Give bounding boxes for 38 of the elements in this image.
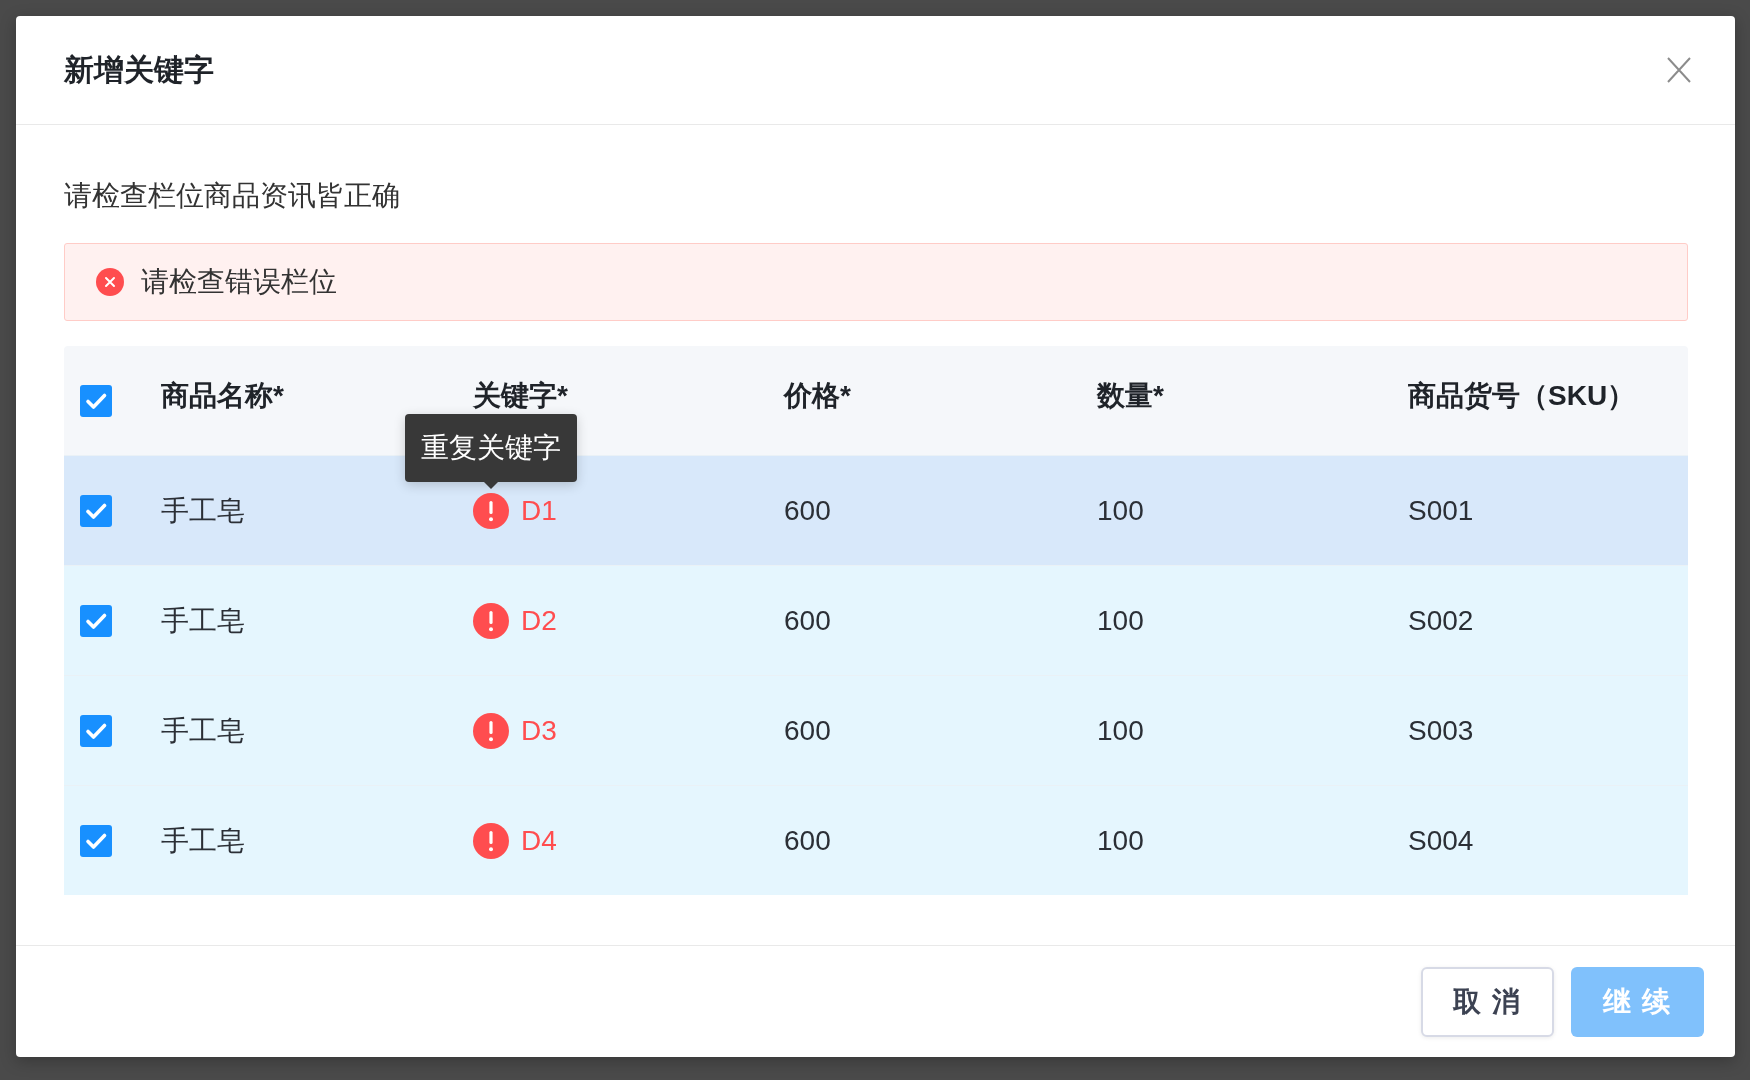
table-cell-text: D2 bbox=[521, 603, 557, 638]
table-cell-text: S002 bbox=[1408, 603, 1474, 638]
table-cell-text: S001 bbox=[1408, 493, 1474, 528]
table-cell-text: 手工皂 bbox=[161, 713, 245, 748]
column-header: 商品名称* bbox=[161, 378, 284, 413]
table-cell-text: 600 bbox=[784, 603, 831, 638]
column-header: 关键字* bbox=[473, 378, 568, 413]
x-circle-icon bbox=[96, 268, 124, 296]
table-cell-text: 600 bbox=[784, 713, 831, 748]
table-cell-text: S003 bbox=[1408, 713, 1474, 748]
table-cell-text: 600 bbox=[784, 493, 831, 528]
table-cell-text: D3 bbox=[521, 713, 557, 748]
table-cell-text: 手工皂 bbox=[161, 823, 245, 858]
column-header: 价格* bbox=[784, 378, 851, 413]
close-button[interactable] bbox=[1667, 57, 1691, 83]
alert-message: 请检查错误栏位 bbox=[141, 265, 337, 299]
checkbox[interactable] bbox=[80, 714, 112, 747]
table-cell-text: D4 bbox=[521, 823, 557, 858]
checkbox[interactable] bbox=[80, 604, 112, 637]
table-cell-text: D1 bbox=[521, 493, 557, 528]
checkbox[interactable] bbox=[80, 494, 112, 527]
cancel-button[interactable]: 取 消 bbox=[1421, 967, 1554, 1037]
table-cell-text: 100 bbox=[1097, 823, 1144, 858]
table-cell-text: 100 bbox=[1097, 603, 1144, 638]
tooltip: 重复关键字 bbox=[405, 413, 577, 489]
checkbox[interactable] bbox=[80, 824, 112, 857]
instruction-text: 请检查栏位商品资讯皆正确 bbox=[64, 179, 401, 213]
column-header: 数量* bbox=[1097, 378, 1164, 413]
table-cell-text: 100 bbox=[1097, 493, 1144, 528]
checkbox[interactable] bbox=[80, 384, 112, 417]
table-cell-text: 100 bbox=[1097, 713, 1144, 748]
close-icon bbox=[1667, 57, 1691, 83]
table-cell-text: 手工皂 bbox=[161, 493, 245, 528]
table-cell-text: 手工皂 bbox=[161, 603, 245, 638]
column-header: 商品货号（SKU） bbox=[1408, 378, 1636, 413]
table-cell-text: 600 bbox=[784, 823, 831, 858]
table-cell-text: S004 bbox=[1408, 823, 1474, 858]
dialog-title: 新增关键字 bbox=[64, 52, 214, 88]
